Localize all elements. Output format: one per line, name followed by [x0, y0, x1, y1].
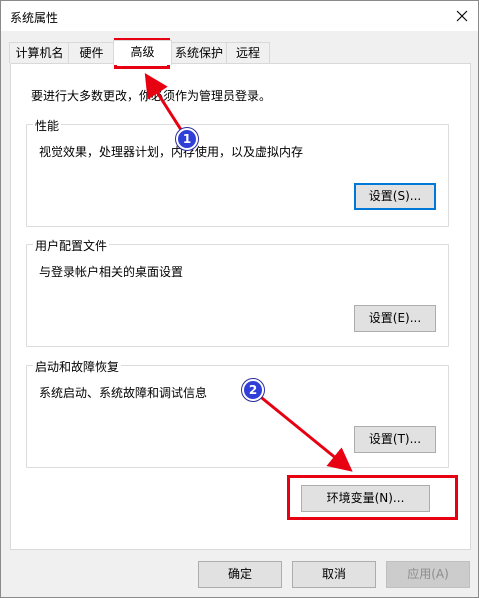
step-badge-2: 2 [242, 379, 264, 401]
user-profile-desc: 与登录帐户相关的桌面设置 [39, 265, 184, 279]
user-profile-title: 用户配置文件 [33, 237, 110, 254]
system-properties-dialog: 系统属性 计算机名 硬件 高级 系统保护 远程 要进行大多数更改，你必须作为管理… [0, 0, 479, 598]
performance-desc: 视觉效果，处理器计划，内存使用，以及虚拟内存 [39, 145, 304, 159]
startup-recovery-desc: 系统启动、系统故障和调试信息 [39, 386, 208, 400]
close-button[interactable] [450, 4, 474, 28]
performance-settings-button[interactable]: 设置(S)... [354, 183, 436, 210]
user-profile-settings-button[interactable]: 设置(E)... [354, 305, 436, 332]
tab-hardware[interactable]: 硬件 [68, 42, 115, 63]
close-icon [456, 10, 468, 22]
tab-system-protection[interactable]: 系统保护 [170, 42, 228, 63]
tab-computer-name[interactable]: 计算机名 [9, 42, 70, 63]
startup-recovery-group: 启动和故障恢复 系统启动、系统故障和调试信息 设置(T)... [26, 358, 449, 468]
tab-advanced[interactable]: 高级 [113, 40, 172, 65]
admin-notice: 要进行大多数更改，你必须作为管理员登录。 [31, 89, 272, 103]
apply-button[interactable]: 应用(A) [386, 561, 470, 588]
performance-group: 性能 视觉效果，处理器计划，内存使用，以及虚拟内存 设置(S)... [26, 117, 449, 227]
advanced-tab-panel: 要进行大多数更改，你必须作为管理员登录。 性能 视觉效果，处理器计划，内存使用，… [10, 63, 471, 550]
ok-button[interactable]: 确定 [198, 561, 282, 588]
title-bar: 系统属性 [1, 1, 478, 31]
tab-remote[interactable]: 远程 [226, 42, 270, 63]
startup-recovery-settings-button[interactable]: 设置(T)... [354, 426, 436, 453]
startup-recovery-title: 启动和故障恢复 [33, 358, 122, 375]
performance-title: 性能 [33, 117, 62, 134]
user-profile-group: 用户配置文件 与登录帐户相关的桌面设置 设置(E)... [26, 237, 449, 347]
window-title: 系统属性 [10, 11, 59, 25]
step-badge-1: 1 [176, 128, 198, 150]
environment-variables-button[interactable]: 环境变量(N)... [301, 485, 430, 512]
cancel-button[interactable]: 取消 [292, 561, 376, 588]
